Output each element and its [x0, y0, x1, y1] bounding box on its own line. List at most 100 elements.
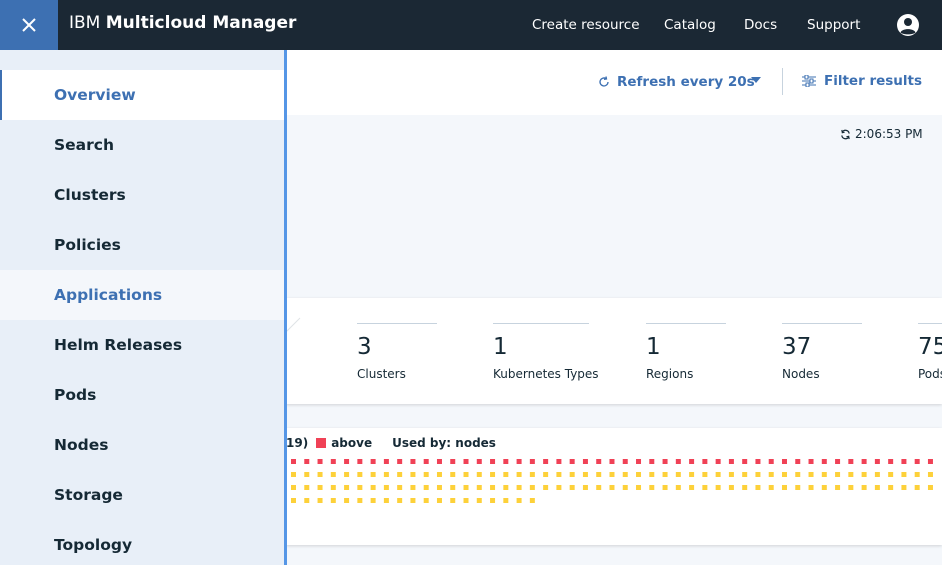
usage-dot — [781, 459, 787, 464]
usage-dot — [662, 472, 668, 477]
usage-dot — [649, 472, 655, 477]
usage-dot — [689, 472, 695, 477]
usage-dot — [503, 459, 509, 464]
usage-dot — [317, 472, 323, 477]
sidebar-item-nodes[interactable]: Nodes — [0, 420, 284, 470]
catalog-link[interactable]: Catalog — [664, 17, 716, 33]
usage-dot — [543, 459, 549, 464]
usage-dot — [423, 472, 429, 477]
stat-label: Pods — [918, 367, 942, 381]
usage-dot — [821, 459, 827, 464]
stat-kubernetes-types[interactable]: 1 Kubernetes Types — [493, 323, 599, 381]
usage-dot — [636, 472, 642, 477]
filter-results-button[interactable]: Filter results — [802, 73, 922, 89]
stat-clusters[interactable]: 3 Clusters — [357, 323, 437, 381]
usage-dot — [463, 485, 469, 490]
usage-dot — [476, 485, 482, 490]
stat-label: Regions — [646, 367, 694, 381]
stat-value: 1 — [646, 334, 661, 360]
usage-dot — [543, 485, 549, 490]
sidebar-item-storage[interactable]: Storage — [0, 470, 284, 520]
usage-dot — [636, 459, 642, 464]
usage-dot — [715, 485, 721, 490]
close-menu-button[interactable] — [0, 0, 58, 50]
usage-dot — [596, 485, 602, 490]
sidebar-item-clusters[interactable]: Clusters — [0, 170, 284, 220]
usage-dot — [436, 472, 442, 477]
usage-dot — [755, 459, 761, 464]
usage-dot — [742, 472, 748, 477]
usage-dot — [888, 472, 894, 477]
side-navigation: Overview Search Clusters Policies Applicatio… — [0, 50, 284, 565]
sidebar-item-topology[interactable]: Topology — [0, 520, 284, 565]
usage-dot — [808, 472, 814, 477]
usage-dot — [781, 485, 787, 490]
user-avatar-icon[interactable] — [896, 13, 920, 37]
usage-dot — [742, 485, 748, 490]
usage-dot — [383, 472, 389, 477]
stat-value: 37 — [782, 334, 812, 360]
usage-dot — [370, 472, 376, 477]
usage-dot — [450, 459, 456, 464]
app-title[interactable]: IBM Multicloud Manager — [69, 13, 296, 33]
usage-dot — [569, 472, 575, 477]
usage-dot — [556, 485, 562, 490]
usage-dot — [304, 459, 310, 464]
create-resource-link[interactable]: Create resource — [532, 17, 640, 33]
usage-dot — [702, 459, 708, 464]
usage-dot — [317, 459, 323, 464]
usage-dot — [516, 485, 522, 490]
usage-dot — [476, 459, 482, 464]
usage-dot — [529, 459, 535, 464]
sidebar-item-policies[interactable]: Policies — [0, 220, 284, 270]
sidebar-item-label: Clusters — [54, 186, 126, 204]
usage-dot — [781, 472, 787, 477]
refresh-interval-button[interactable]: Refresh every 20s — [598, 74, 755, 90]
usage-dot — [556, 472, 562, 477]
usage-dot — [357, 485, 363, 490]
usage-dot — [914, 472, 920, 477]
support-link[interactable]: Support — [807, 17, 860, 33]
resource-usage-card: 19) above Used by: nodes — [286, 428, 942, 545]
sidebar-item-applications[interactable]: Applications — [0, 270, 284, 320]
usage-dot — [848, 472, 854, 477]
sidebar-item-search[interactable]: Search — [0, 120, 284, 170]
usage-dot — [423, 498, 429, 503]
stat-nodes[interactable]: 37 Nodes — [782, 323, 862, 381]
usage-dot — [848, 485, 854, 490]
chevron-down-icon[interactable] — [751, 77, 761, 83]
sidebar-item-overview[interactable]: Overview — [0, 70, 284, 120]
usage-dot — [861, 485, 867, 490]
sidebar-item-helm-releases[interactable]: Helm Releases — [0, 320, 284, 370]
stat-regions[interactable]: 1 Regions — [646, 323, 726, 381]
sidebar-item-label: Nodes — [54, 436, 109, 454]
usage-dot — [901, 459, 907, 464]
usage-dot — [503, 485, 509, 490]
usage-dot — [835, 485, 841, 490]
sidebar-item-pods[interactable]: Pods — [0, 370, 284, 420]
usage-dot — [357, 459, 363, 464]
usage-dot — [516, 459, 522, 464]
usage-dot — [596, 459, 602, 464]
usage-dot — [330, 459, 336, 464]
legend-above-label: above — [331, 436, 373, 450]
usage-dot — [808, 485, 814, 490]
usage-dot — [490, 485, 496, 490]
usage-dot — [291, 485, 296, 490]
stat-pods[interactable]: 75 Pods — [918, 323, 942, 393]
last-updated-timestamp: 2:06:53 PM — [840, 127, 923, 141]
usage-dot — [370, 498, 376, 503]
usage-dot — [795, 459, 801, 464]
docs-link[interactable]: Docs — [744, 17, 777, 33]
stat-value: 75 — [918, 334, 942, 360]
usage-dot — [503, 472, 509, 477]
usage-dot — [344, 472, 350, 477]
usage-dot — [463, 498, 469, 503]
usage-dot — [755, 485, 761, 490]
usage-dot — [596, 472, 602, 477]
usage-dot — [529, 472, 535, 477]
usage-dot — [463, 459, 469, 464]
usage-dot — [622, 459, 628, 464]
usage-dot — [423, 459, 429, 464]
usage-dot — [344, 485, 350, 490]
